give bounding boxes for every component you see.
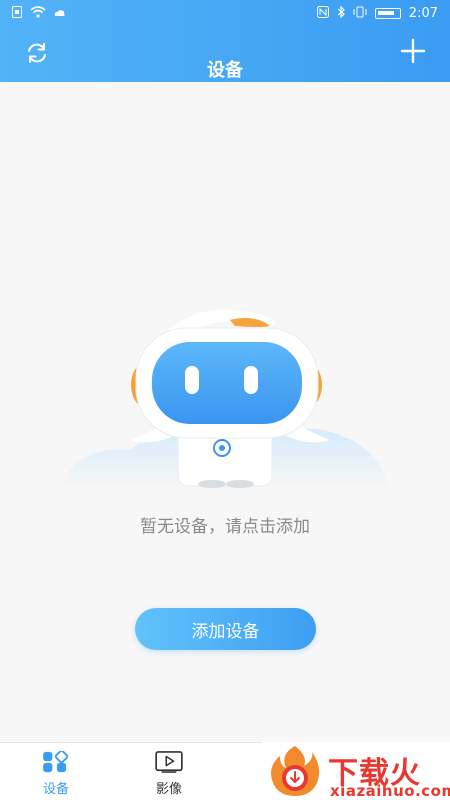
add-device-header-button[interactable] — [400, 38, 426, 64]
status-bar: 2:07 — [0, 0, 450, 26]
bluetooth-icon — [337, 5, 345, 20]
status-right: 2:07 — [316, 5, 438, 21]
vibrate-icon — [353, 6, 367, 20]
add-device-button[interactable]: 添加设备 — [135, 608, 316, 650]
empty-state-message: 暂无设备，请点击添加 — [140, 517, 310, 537]
nfc-icon — [316, 6, 329, 20]
robot-illustration — [50, 300, 400, 500]
flame-logo-icon — [271, 746, 320, 796]
status-left — [12, 6, 66, 20]
play-icon — [155, 751, 183, 773]
devices-icon — [43, 751, 69, 773]
plus-icon — [400, 38, 426, 64]
watermark-subtitle: xiazaihuo.com — [330, 782, 450, 800]
sim-icon — [12, 6, 22, 20]
cloud-icon — [54, 8, 66, 19]
app-header: 2:07 设备 — [0, 0, 450, 82]
tab-media-label: 影像 — [155, 782, 182, 797]
tab-devices[interactable]: 设备 — [26, 751, 86, 797]
status-time: 2:07 — [408, 5, 438, 21]
wifi-icon — [30, 6, 46, 20]
tab-devices-label: 设备 — [42, 782, 69, 797]
battery-icon — [374, 7, 401, 19]
page-title: 设备 — [207, 60, 243, 81]
watermark: 下载火 xiazaihuo.com — [262, 742, 450, 800]
tab-media[interactable]: 影像 — [139, 751, 199, 797]
